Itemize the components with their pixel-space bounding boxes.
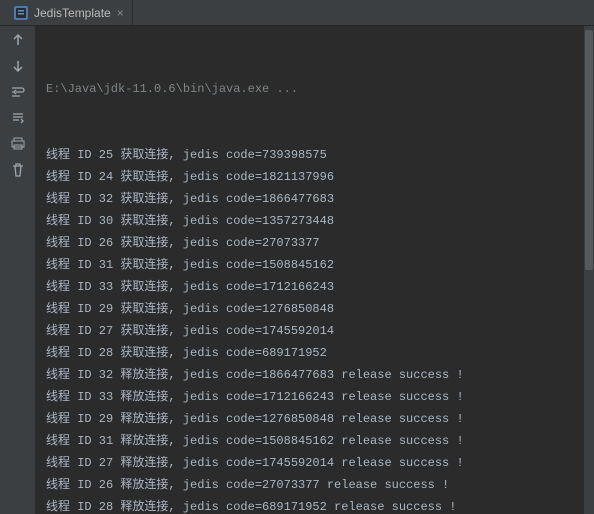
scroll-to-end-icon[interactable] bbox=[10, 110, 26, 126]
output-line: 线程 ID 32 获取连接, jedis code=1866477683 bbox=[46, 188, 584, 210]
output-line: 线程 ID 28 释放连接, jedis code=689171952 rele… bbox=[46, 496, 584, 514]
output-line: 线程 ID 27 释放连接, jedis code=1745592014 rel… bbox=[46, 452, 584, 474]
command-line: E:\Java\jdk-11.0.6\bin\java.exe ... bbox=[46, 78, 584, 100]
trash-icon[interactable] bbox=[10, 162, 26, 178]
output-line: 线程 ID 33 释放连接, jedis code=1712166243 rel… bbox=[46, 386, 584, 408]
output-line: 线程 ID 29 获取连接, jedis code=1276850848 bbox=[46, 298, 584, 320]
output-line: 线程 ID 32 释放连接, jedis code=1866477683 rel… bbox=[46, 364, 584, 386]
output-line: 线程 ID 30 获取连接, jedis code=1357273448 bbox=[46, 210, 584, 232]
output-line: 线程 ID 31 获取连接, jedis code=1508845162 bbox=[46, 254, 584, 276]
arrow-up-icon[interactable] bbox=[10, 32, 26, 48]
java-class-icon bbox=[14, 6, 28, 20]
output-line: 线程 ID 27 获取连接, jedis code=1745592014 bbox=[46, 320, 584, 342]
tab-jedistemplate[interactable]: JedisTemplate × bbox=[6, 0, 133, 25]
print-icon[interactable] bbox=[10, 136, 26, 152]
output-lines: 线程 ID 25 获取连接, jedis code=739398575线程 ID… bbox=[46, 144, 584, 514]
output-line: 线程 ID 28 获取连接, jedis code=689171952 bbox=[46, 342, 584, 364]
vertical-scrollbar[interactable] bbox=[584, 26, 594, 514]
output-line: 线程 ID 29 释放连接, jedis code=1276850848 rel… bbox=[46, 408, 584, 430]
run-tool-window: JedisTemplate × E:\Jav bbox=[0, 0, 594, 514]
output-line: 线程 ID 33 获取连接, jedis code=1712166243 bbox=[46, 276, 584, 298]
output-line: 线程 ID 26 获取连接, jedis code=27073377 bbox=[46, 232, 584, 254]
tab-title: JedisTemplate bbox=[34, 6, 111, 20]
tab-bar: JedisTemplate × bbox=[0, 0, 594, 26]
console-body: E:\Java\jdk-11.0.6\bin\java.exe ... 线程 I… bbox=[0, 26, 594, 514]
console-output[interactable]: E:\Java\jdk-11.0.6\bin\java.exe ... 线程 I… bbox=[36, 26, 594, 514]
close-icon[interactable]: × bbox=[117, 6, 124, 20]
output-line: 线程 ID 31 释放连接, jedis code=1508845162 rel… bbox=[46, 430, 584, 452]
scroll-thumb[interactable] bbox=[585, 30, 593, 270]
arrow-down-icon[interactable] bbox=[10, 58, 26, 74]
gutter bbox=[0, 26, 36, 514]
soft-wrap-icon[interactable] bbox=[10, 84, 26, 100]
output-line: 线程 ID 26 释放连接, jedis code=27073377 relea… bbox=[46, 474, 584, 496]
output-line: 线程 ID 25 获取连接, jedis code=739398575 bbox=[46, 144, 584, 166]
output-line: 线程 ID 24 获取连接, jedis code=1821137996 bbox=[46, 166, 584, 188]
